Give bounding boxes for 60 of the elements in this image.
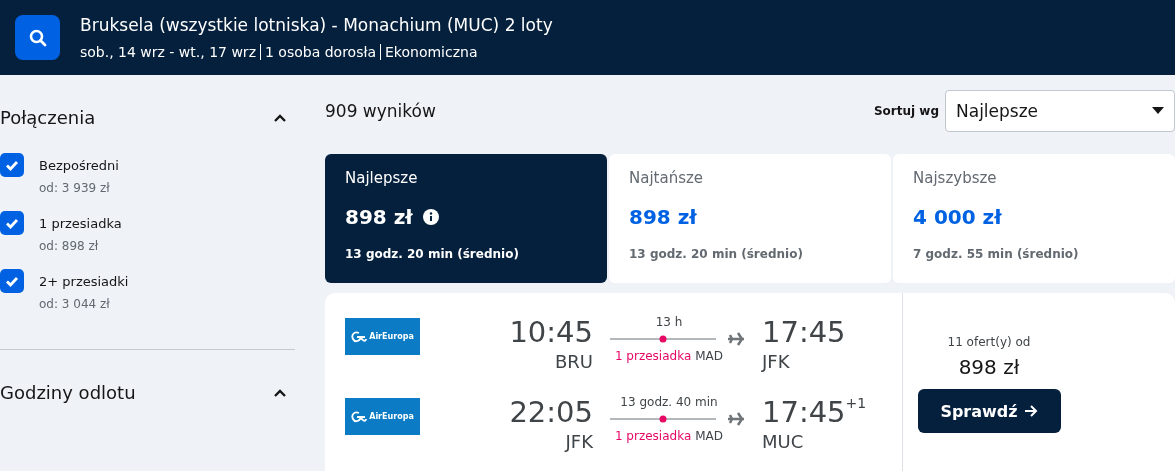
- route-title: Bruksela (wszystkie lotniska) - Monachium (MUC) 2 loty: [80, 15, 553, 35]
- filter-option-price: od: 3 044 zł: [39, 297, 111, 311]
- sort-label: Sortuj wg: [873, 104, 939, 118]
- stopover-airport: MAD: [695, 349, 724, 363]
- check-button[interactable]: Sprawdź: [917, 389, 1061, 433]
- tab-duration: 7 godz. 55 min (średnio): [913, 247, 1080, 261]
- filter-option-label: Bezpośredni: [39, 158, 119, 173]
- tab-label: Najszybsze: [913, 169, 998, 187]
- tab-price: 898 zł: [629, 205, 697, 229]
- summary-tab[interactable]: Najszybsze 4 000 zł 7 godz. 55 min (średnio): [893, 154, 1175, 283]
- arrival-time: 17:45: [762, 315, 846, 349]
- chevron-icon[interactable]: [273, 112, 287, 123]
- flight-duration: 13 godz. 40 min: [620, 395, 718, 409]
- flight-duration: 13 h: [655, 315, 683, 329]
- check-icon: [5, 159, 19, 171]
- day-offset: +1: [845, 395, 867, 413]
- price: 898 zł: [958, 355, 1020, 379]
- checkbox[interactable]: [0, 211, 24, 235]
- tab-price: 898 zł: [345, 205, 413, 229]
- filter-option-price: od: 898 zł: [39, 239, 100, 253]
- filter-option-price: od: 3 939 zł: [39, 181, 111, 195]
- filter-option-label: 2+ przesiadki: [39, 274, 129, 289]
- offers-count: 11 ofert(y) od: [947, 335, 1031, 349]
- arrow-right-icon: [1023, 405, 1038, 417]
- checkbox[interactable]: [0, 153, 24, 177]
- departure-time: 10:45: [509, 315, 593, 349]
- checkbox[interactable]: [0, 269, 24, 293]
- caret-icon: [1152, 107, 1164, 115]
- arrival-time: 17:45: [762, 395, 846, 429]
- check-icon: [5, 217, 19, 229]
- trip-detail: Ekonomiczna: [380, 44, 482, 60]
- filter-option-label: 1 przesiadka: [39, 216, 122, 231]
- check-icon: [5, 275, 19, 287]
- summary-tab[interactable]: Najtańsze 898 zł 13 godz. 20 min (średnio): [609, 154, 891, 283]
- stops-label: 1 przesiadka: [614, 349, 692, 363]
- airport-code: JFK: [565, 431, 593, 452]
- airport-code: JFK: [762, 351, 790, 372]
- search-button[interactable]: [15, 15, 60, 60]
- filter-title: Godziny odlotu: [0, 381, 136, 403]
- stopover-airport: MAD: [695, 429, 724, 443]
- airport-code: BRU: [554, 351, 593, 372]
- summary-tab[interactable]: Najlepsze 898 zł 13 godz. 20 min (średnio): [325, 154, 607, 283]
- tab-price: 4 000 zł: [913, 205, 1002, 229]
- filter-title: Połączenia: [0, 106, 96, 128]
- departure-time: 22:05: [509, 395, 593, 429]
- tab-duration: 13 godz. 20 min (średnio): [345, 247, 520, 261]
- info-icon[interactable]: [422, 209, 439, 225]
- airline-logo: AirEuropa: [345, 318, 420, 355]
- chevron-icon[interactable]: [273, 387, 287, 398]
- search-icon: [27, 27, 48, 48]
- tab-label: Najlepsze: [345, 169, 419, 187]
- airport-code: MUC: [762, 431, 804, 452]
- airline-logo: AirEuropa: [345, 398, 420, 435]
- stops-label: 1 przesiadka: [614, 429, 692, 443]
- tab-label: Najtańsze: [629, 169, 705, 187]
- results-count: 909 wyników: [325, 101, 436, 121]
- sort-select[interactable]: Najlepsze: [945, 90, 1175, 132]
- tab-duration: 13 godz. 20 min (średnio): [629, 247, 804, 261]
- trip-detail: sob., 14 wrz - wt., 17 wrz: [80, 44, 257, 60]
- trip-detail: 1 osoba dorosła: [260, 44, 380, 60]
